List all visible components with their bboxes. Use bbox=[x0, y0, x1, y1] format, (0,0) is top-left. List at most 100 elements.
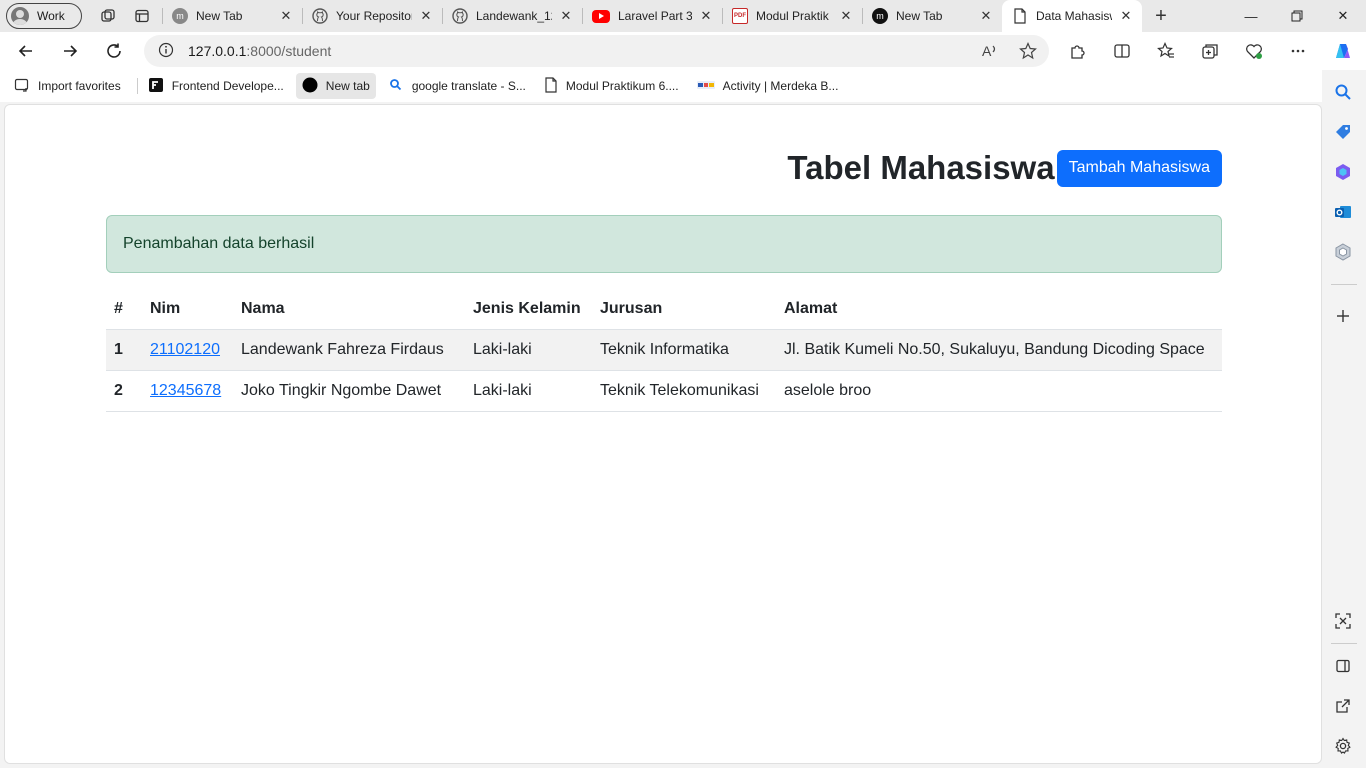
toolbar-right bbox=[1060, 35, 1360, 67]
web-page: Tabel Mahasiswa Tambah Mahasiswa Penamba… bbox=[4, 104, 1322, 764]
outlook-icon[interactable] bbox=[1332, 201, 1354, 223]
profile-button[interactable]: Work bbox=[6, 3, 82, 29]
close-icon[interactable]: ✕ bbox=[980, 8, 992, 24]
profile-label: Work bbox=[37, 9, 65, 23]
tab-title: Your Repositor bbox=[336, 9, 412, 23]
favorite-label: Modul Praktikum 6.... bbox=[565, 79, 679, 93]
favorite-frontend[interactable]: Frontend Develope... bbox=[142, 73, 290, 99]
forward-button[interactable] bbox=[52, 35, 88, 67]
settings-gear-icon[interactable] bbox=[1332, 735, 1354, 757]
back-button[interactable] bbox=[8, 35, 44, 67]
favorite-label: Activity | Merdeka B... bbox=[722, 79, 839, 93]
browser-tab[interactable]: Laravel Part 3 ✕ bbox=[582, 0, 722, 32]
github-icon bbox=[452, 8, 468, 24]
url-text: 127.0.0.1:8000/student bbox=[188, 43, 332, 59]
col-header-jenis-kelamin: Jenis Kelamin bbox=[465, 289, 592, 330]
svg-text:A: A bbox=[982, 43, 992, 59]
favorite-activity[interactable]: Activity | Merdeka B... bbox=[691, 73, 845, 99]
browser-tab[interactable]: m New Tab ✕ bbox=[162, 0, 302, 32]
read-aloud-icon[interactable]: A bbox=[981, 42, 999, 63]
navigation-toolbar: 127.0.0.1:8000/student A bbox=[0, 32, 1366, 70]
tab-title: Modul Praktik bbox=[756, 9, 829, 23]
import-icon bbox=[14, 77, 30, 96]
browser-tab[interactable]: Landewank_12 ✕ bbox=[442, 0, 582, 32]
col-header-nim: Nim bbox=[142, 289, 233, 330]
address-bar[interactable]: 127.0.0.1:8000/student A bbox=[144, 35, 1049, 67]
edge-sidebar bbox=[1322, 70, 1366, 768]
tab-title: Landewank_12 bbox=[476, 9, 552, 23]
m-circle-icon: m bbox=[872, 8, 888, 24]
browser-essentials-icon[interactable] bbox=[1236, 35, 1272, 67]
tab-strip: Work m New Tab ✕ Your Repositor ✕ Landew… bbox=[0, 0, 1366, 32]
black-circle-icon bbox=[302, 77, 318, 96]
copilot-hex-icon[interactable] bbox=[1332, 161, 1354, 183]
favorite-modul[interactable]: Modul Praktikum 6.... bbox=[538, 73, 685, 99]
pdf-icon: PDF bbox=[732, 8, 748, 24]
add-student-button[interactable]: Tambah Mahasiswa bbox=[1056, 149, 1222, 187]
split-screen-icon[interactable] bbox=[1104, 35, 1140, 67]
alamat-cell: Jl. Batik Kumeli No.50, Sukaluyu, Bandun… bbox=[776, 329, 1222, 371]
collections-icon[interactable] bbox=[1192, 35, 1228, 67]
browser-tab[interactable]: Your Repositor ✕ bbox=[302, 0, 442, 32]
nama-cell: Landewank Fahreza Firdaus bbox=[233, 329, 465, 371]
close-icon[interactable]: ✕ bbox=[560, 8, 572, 24]
close-icon[interactable]: ✕ bbox=[1120, 8, 1132, 24]
restore-icon[interactable] bbox=[1274, 0, 1320, 32]
favorite-star-icon[interactable] bbox=[1019, 42, 1037, 63]
refresh-button[interactable] bbox=[96, 35, 132, 67]
workspaces-icon[interactable] bbox=[94, 2, 122, 30]
tab-title: Data Mahasisw bbox=[1036, 9, 1112, 23]
search-icon[interactable] bbox=[1332, 81, 1354, 103]
page-icon bbox=[544, 76, 558, 96]
row-number: 2 bbox=[106, 370, 142, 412]
close-icon[interactable]: ✕ bbox=[280, 8, 292, 24]
page-icon bbox=[1012, 8, 1028, 24]
close-icon[interactable]: ✕ bbox=[840, 8, 852, 24]
nama-cell: Joko Tingkir Ngombe Dawet bbox=[233, 370, 465, 412]
favorites-bar: Import favorites Frontend Develope... Ne… bbox=[0, 70, 1366, 102]
close-icon[interactable]: ✕ bbox=[700, 8, 712, 24]
new-tab-button[interactable]: + bbox=[1146, 1, 1176, 31]
avatar-icon bbox=[11, 7, 29, 25]
shopping-tag-icon[interactable] bbox=[1332, 121, 1354, 143]
col-header-nama: Nama bbox=[233, 289, 465, 330]
close-window-icon[interactable]: ✕ bbox=[1320, 0, 1366, 32]
info-icon[interactable] bbox=[158, 42, 174, 61]
games-icon[interactable] bbox=[1332, 241, 1354, 263]
browser-tab[interactable]: PDF Modul Praktik ✕ bbox=[722, 0, 862, 32]
minimize-icon[interactable]: — bbox=[1228, 0, 1274, 32]
extensions-icon[interactable] bbox=[1060, 35, 1096, 67]
nim-cell: 21102120 bbox=[142, 329, 233, 371]
student-table: # Nim Nama Jenis Kelamin Jurusan Alamat … bbox=[106, 289, 1222, 412]
favorite-label: google translate - S... bbox=[411, 79, 526, 93]
favorite-new-tab[interactable]: New tab bbox=[295, 73, 376, 99]
nim-cell: 12345678 bbox=[142, 370, 233, 412]
nim-link[interactable]: 12345678 bbox=[150, 382, 221, 399]
kampus-merdeka-icon bbox=[696, 79, 715, 94]
screenshot-icon[interactable] bbox=[1332, 610, 1354, 632]
favorite-google-translate[interactable]: google translate - S... bbox=[382, 73, 532, 99]
copilot-icon[interactable] bbox=[1324, 35, 1360, 67]
more-menu-icon[interactable] bbox=[1280, 35, 1316, 67]
table-header-row: # Nim Nama Jenis Kelamin Jurusan Alamat bbox=[106, 289, 1222, 330]
jenis-kelamin-cell: Laki-laki bbox=[465, 370, 592, 412]
tab-title: New Tab bbox=[196, 9, 243, 23]
favorite-import[interactable]: Import favorites bbox=[8, 73, 127, 99]
page-header: Tabel Mahasiswa Tambah Mahasiswa bbox=[787, 149, 1222, 187]
add-icon[interactable] bbox=[1332, 305, 1354, 327]
vertical-tabs-icon[interactable] bbox=[128, 2, 156, 30]
browser-tab[interactable]: m New Tab ✕ bbox=[862, 0, 1002, 32]
m-circle-icon: m bbox=[172, 8, 188, 24]
nim-link[interactable]: 21102120 bbox=[150, 341, 220, 358]
tab-title: New Tab bbox=[896, 9, 943, 23]
col-header-alamat: Alamat bbox=[776, 289, 1222, 330]
favorites-icon[interactable] bbox=[1148, 35, 1184, 67]
alamat-cell: aselole broo bbox=[776, 370, 1222, 412]
favorite-label: New tab bbox=[325, 79, 370, 93]
table-row: 2 12345678 Joko Tingkir Ngombe Dawet Lak… bbox=[106, 370, 1222, 412]
page-title: Tabel Mahasiswa bbox=[787, 149, 1055, 186]
close-icon[interactable]: ✕ bbox=[420, 8, 432, 24]
external-link-icon[interactable] bbox=[1332, 695, 1354, 717]
browser-tab-active[interactable]: Data Mahasisw ✕ bbox=[1002, 0, 1142, 32]
sidebar-toggle-icon[interactable] bbox=[1332, 655, 1354, 677]
